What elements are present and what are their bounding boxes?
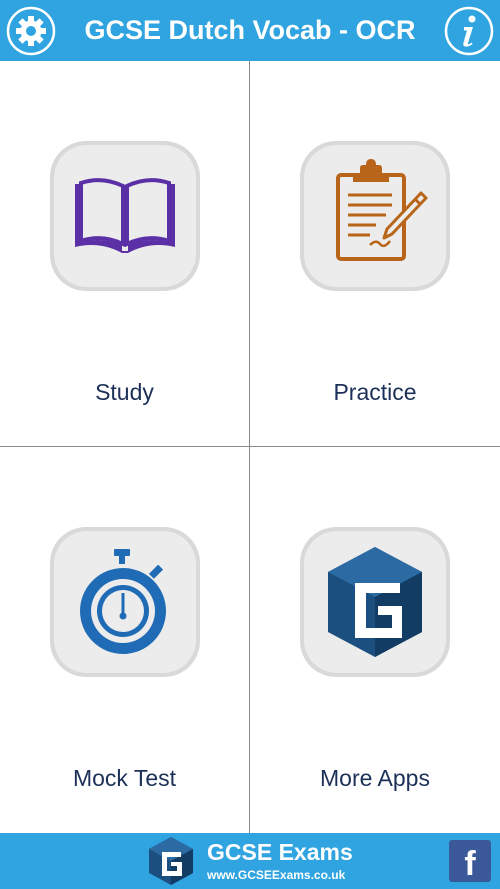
gear-icon [6,6,56,56]
app-title: GCSE Dutch Vocab - OCR [84,15,416,45]
mock-test-tile [50,527,200,677]
more-apps-tile [300,527,450,677]
study-label: Study [95,379,154,405]
brand-name: GCSE Exams [207,839,353,865]
gcse-exams-brand-link[interactable]: GCSE Exams www.GCSEExams.co.uk [145,835,375,887]
main-menu-grid: Study Practice Mock Test More Apps [0,61,500,833]
mock-test-label: Mock Test [72,765,177,791]
study-button[interactable]: Study [0,61,250,447]
info-button[interactable] [444,6,494,56]
facebook-icon: f [464,845,476,883]
practice-label: Practice [333,379,417,405]
more-apps-button[interactable]: More Apps [250,447,500,833]
mock-test-button[interactable]: Mock Test [0,447,250,833]
brand-url: www.GCSEExams.co.uk [207,868,346,882]
study-tile [50,141,200,291]
practice-tile [300,141,450,291]
gcse-cube-icon [328,547,422,657]
clipboard-pen-icon [336,159,428,261]
app-header: GCSE Dutch Vocab - OCR [0,0,500,61]
open-book-icon [75,178,175,253]
practice-button[interactable]: Practice [250,61,500,447]
more-apps-label: More Apps [320,765,430,791]
footer-bar: GCSE Exams www.GCSEExams.co.uk [0,833,500,889]
gcse-cube-logo-icon [149,837,193,885]
facebook-button[interactable]: f [449,840,491,883]
info-icon [444,6,494,56]
stopwatch-icon [80,549,166,654]
settings-button[interactable] [6,6,56,56]
